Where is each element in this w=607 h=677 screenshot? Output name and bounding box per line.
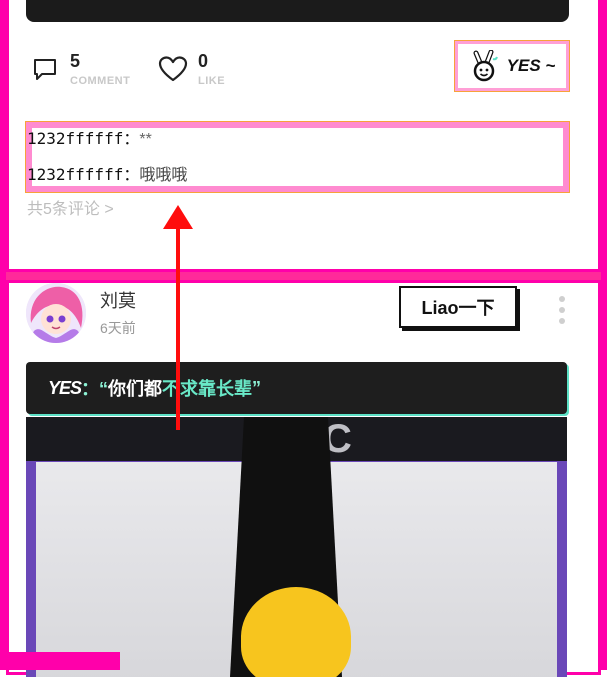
banner-prefix: YES — [48, 377, 82, 398]
author-name[interactable]: 刘莫 — [100, 287, 136, 313]
comment-item: 1232ffffff：** — [27, 125, 152, 149]
more-vertical-icon[interactable] — [557, 296, 567, 324]
heart-icon — [158, 56, 188, 82]
post-time: 6天前 — [100, 320, 136, 336]
yes-button[interactable]: YES ~ — [454, 40, 570, 92]
post-media-bottom-edge — [26, 0, 569, 22]
card-divider — [0, 272, 607, 280]
like-count: 0 — [198, 51, 209, 71]
comment-item: 1232ffffff：哦哦哦 — [27, 161, 187, 185]
view-all-comments-link[interactable]: 共5条评论 > — [27, 195, 114, 219]
victory-hand-icon — [473, 50, 498, 82]
comment-icon — [34, 59, 56, 80]
like-stat[interactable]: 0 LIKE — [158, 52, 225, 87]
comment-text: ** — [139, 131, 152, 148]
post-image[interactable]: AOC — [26, 417, 567, 677]
comment-user: 1232ffffff： — [27, 165, 140, 184]
arrow-shaft — [176, 220, 180, 430]
bear-figure — [241, 587, 351, 677]
comment-stat[interactable]: 5 COMMENT — [32, 52, 130, 87]
comment-user: 1232ffffff： — [27, 129, 140, 148]
avatar-image — [26, 283, 86, 343]
comment-count: 5 — [70, 51, 81, 71]
avatar[interactable] — [26, 283, 86, 343]
banner-text-a: 你们都 — [108, 379, 163, 399]
like-label: LIKE — [198, 75, 226, 87]
yes-label: YES ~ — [506, 56, 556, 75]
debug-corner-tag — [0, 652, 120, 670]
post-banner: YES ：“ 你们都 不求靠长辈” — [26, 362, 567, 414]
comment-text: 哦哦哦 — [139, 167, 188, 184]
liao-button[interactable]: Liao一下 — [399, 286, 517, 328]
comment-label: COMMENT — [70, 75, 131, 87]
